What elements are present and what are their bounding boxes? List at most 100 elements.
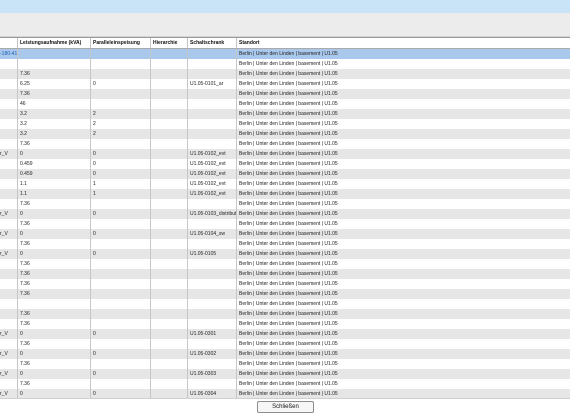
table-row[interactable]: 7.36 Berlin | Unter den Linden | basement… (0, 139, 570, 149)
table-row[interactable]: 7.36 Berlin | Unter den Linden | basement… (0, 89, 570, 99)
table-row[interactable]: r_V 0 0 U1.05-0103_distributi Berlin | Unter… (0, 209, 570, 219)
table-row[interactable]: Berlin | Unter den Linden | basement | U… (0, 59, 570, 69)
table-cell-parallel-feed (91, 359, 151, 369)
table-cell-id (0, 299, 18, 309)
table-cell-power-consumption: 3.2 (18, 129, 91, 139)
table-row[interactable]: 3.2 2 Berlin | Unter den Linden | basement… (0, 109, 570, 119)
table-row[interactable]: 1.1 1 U1.05-0102_evt Berlin | Unter den Lin… (0, 189, 570, 199)
table-cell-id (0, 89, 18, 99)
table-row[interactable]: r_V 0 0 U1.05-0104_sw Berlin | Unter den Lin… (0, 229, 570, 239)
table-cell-power-consumption: 7.36 (18, 319, 91, 329)
table-cell-hierarchy (151, 349, 188, 359)
table-cell-hierarchy (151, 159, 188, 169)
table-row[interactable]: 7.36 Berlin | Unter den Linden | basement… (0, 309, 570, 319)
table-cell-parallel-feed (91, 319, 151, 329)
table-row[interactable]: 7.36 Berlin | Unter den Linden | basement… (0, 259, 570, 269)
table-row[interactable]: 0.459 0 U1.05-0102_evt Berlin | Unter den L… (0, 159, 570, 169)
table-row[interactable]: 0.459 0 U1.05-0102_evt Berlin | Unter den L… (0, 169, 570, 179)
table-row[interactable]: -180-41 Berlin | Unter den Linden | basem… (0, 49, 570, 59)
table-cell-parallel-feed (91, 239, 151, 249)
table-cell-power-consumption: 1.1 (18, 179, 91, 189)
table-row[interactable]: r_V 0 0 U1.05-0302 Berlin | Unter den Linden… (0, 349, 570, 359)
table-cell-hierarchy (151, 109, 188, 119)
table-cell-location: Berlin | Unter den Linden | basement | U… (239, 301, 338, 307)
column-header-parallel-feed[interactable]: Paralleleinspeisung (91, 38, 151, 48)
table-cell-switch-cabinet: U1.05-0105 (188, 249, 237, 259)
table-row[interactable]: 7.36 Berlin | Unter den Linden | basement… (0, 379, 570, 389)
table-row[interactable]: 7.36 Berlin | Unter den Linden | basement… (0, 239, 570, 249)
table-cell-location: Berlin | Unter den Linden | basement | U… (239, 291, 338, 297)
table-cell-hierarchy (151, 149, 188, 159)
table-cell-power-consumption: 3.2 (18, 109, 91, 119)
table-cell-parallel-feed: 0 (91, 149, 151, 159)
table-cell-location: Berlin | Unter den Linden | basement | U… (239, 71, 338, 77)
table-cell-id (0, 189, 18, 199)
column-header-location[interactable]: Standort (237, 38, 570, 48)
table-row[interactable]: 6.25 0 U1.05-0101_ar Berlin | Unter den Lin… (0, 79, 570, 89)
table-row[interactable]: r_V 0 0 U1.05-0102_evt Berlin | Unter den Li… (0, 149, 570, 159)
table-row[interactable]: 7.36 Berlin | Unter den Linden | basement… (0, 359, 570, 369)
table-row[interactable]: 46 Berlin | Unter den Linden | basement |… (0, 99, 570, 109)
table-cell-parallel-feed: 0 (91, 369, 151, 379)
table-cell-switch-cabinet (188, 359, 237, 369)
table-row[interactable]: 7.36 Berlin | Unter den Linden | basement… (0, 279, 570, 289)
column-header-switch-cabinet[interactable]: Schaltschrank (188, 38, 237, 48)
table-cell-hierarchy (151, 249, 188, 259)
table-row[interactable]: r_V 0 0 U1.05-0301 Berlin | Unter den Linden… (0, 329, 570, 339)
column-header-power-consumption[interactable]: Leistungsaufnahme (kVA) (18, 38, 91, 48)
table-cell-hierarchy (151, 139, 188, 149)
table-cell-switch-cabinet: U1.05-0101_ar (188, 79, 237, 89)
table-cell-power-consumption: 0 (18, 209, 91, 219)
table-cell-power-consumption: 7.36 (18, 309, 91, 319)
table-cell-power-consumption: 0 (18, 349, 91, 359)
table-row[interactable]: r_V 0 0 U1.05-0303 Berlin | Unter den Linden… (0, 369, 570, 379)
table-cell-hierarchy (151, 359, 188, 369)
table-cell-parallel-feed: 2 (91, 119, 151, 129)
table-cell-id (0, 159, 18, 169)
table-cell-location: Berlin | Unter den Linden | basement | U… (239, 61, 338, 67)
table-cell-parallel-feed (91, 269, 151, 279)
data-grid: Leistungsaufnahme (kVA) Paralleleinspeisu… (0, 37, 570, 399)
table-row[interactable]: 7.36 Berlin | Unter den Linden | basement… (0, 319, 570, 329)
table-cell-location: Berlin | Unter den Linden | basement | U… (239, 281, 338, 287)
table-cell-switch-cabinet (188, 129, 237, 139)
table-cell-hierarchy (151, 129, 188, 139)
table-cell-parallel-feed (91, 339, 151, 349)
table-cell-power-consumption (18, 49, 91, 59)
table-cell-parallel-feed: 0 (91, 229, 151, 239)
table-row[interactable]: 1.1 1 U1.05-0102_evt Berlin | Unter den Lin… (0, 179, 570, 189)
table-row[interactable]: r_V 0 0 U1.05-0105 Berlin | Unter den Linden… (0, 249, 570, 259)
table-cell-parallel-feed (91, 69, 151, 79)
table-cell-id (0, 179, 18, 189)
table-row[interactable]: 3.2 2 Berlin | Unter den Linden | basement… (0, 129, 570, 139)
table-cell-switch-cabinet: U1.05-0102_evt (188, 189, 237, 199)
table-row[interactable]: 3.2 2 Berlin | Unter den Linden | basement… (0, 119, 570, 129)
table-row[interactable]: Berlin | Unter den Linden | basement | U… (0, 299, 570, 309)
table-row[interactable]: 7.36 Berlin | Unter den Linden | basement… (0, 69, 570, 79)
table-row[interactable]: 7.36 Berlin | Unter den Linden | basement… (0, 269, 570, 279)
table-cell-switch-cabinet (188, 319, 237, 329)
table-row[interactable]: 7.36 Berlin | Unter den Linden | basement… (0, 339, 570, 349)
table-cell-switch-cabinet: U1.05-0104_sw (188, 229, 237, 239)
table-cell-switch-cabinet: U1.05-0102_evt (188, 159, 237, 169)
table-cell-switch-cabinet: U1.05-0301 (188, 329, 237, 339)
dialog-footer: Schließen (0, 398, 570, 415)
table-row[interactable]: 7.36 Berlin | Unter den Linden | basement… (0, 289, 570, 299)
table-cell-location: Berlin | Unter den Linden | basement | U… (239, 141, 338, 147)
column-header-hierarchy[interactable]: Hierarchie (151, 38, 188, 48)
table-cell-power-consumption: 7.36 (18, 259, 91, 269)
table-cell-location: Berlin | Unter den Linden | basement | U… (239, 211, 338, 217)
close-button[interactable]: Schließen (257, 401, 314, 413)
table-cell-parallel-feed (91, 309, 151, 319)
table-cell-parallel-feed: 0 (91, 169, 151, 179)
table-cell-hierarchy (151, 199, 188, 209)
table-row[interactable]: 7.36 Berlin | Unter den Linden | basement… (0, 199, 570, 209)
column-header-id[interactable] (0, 38, 18, 48)
table-cell-power-consumption: 7.36 (18, 269, 91, 279)
table-cell-switch-cabinet (188, 69, 237, 79)
table-cell-id (0, 379, 18, 389)
table-cell-id (0, 359, 18, 369)
table-cell-power-consumption: 7.36 (18, 359, 91, 369)
table-cell-power-consumption: 0 (18, 149, 91, 159)
table-row[interactable]: 7.36 Berlin | Unter den Linden | basement… (0, 219, 570, 229)
